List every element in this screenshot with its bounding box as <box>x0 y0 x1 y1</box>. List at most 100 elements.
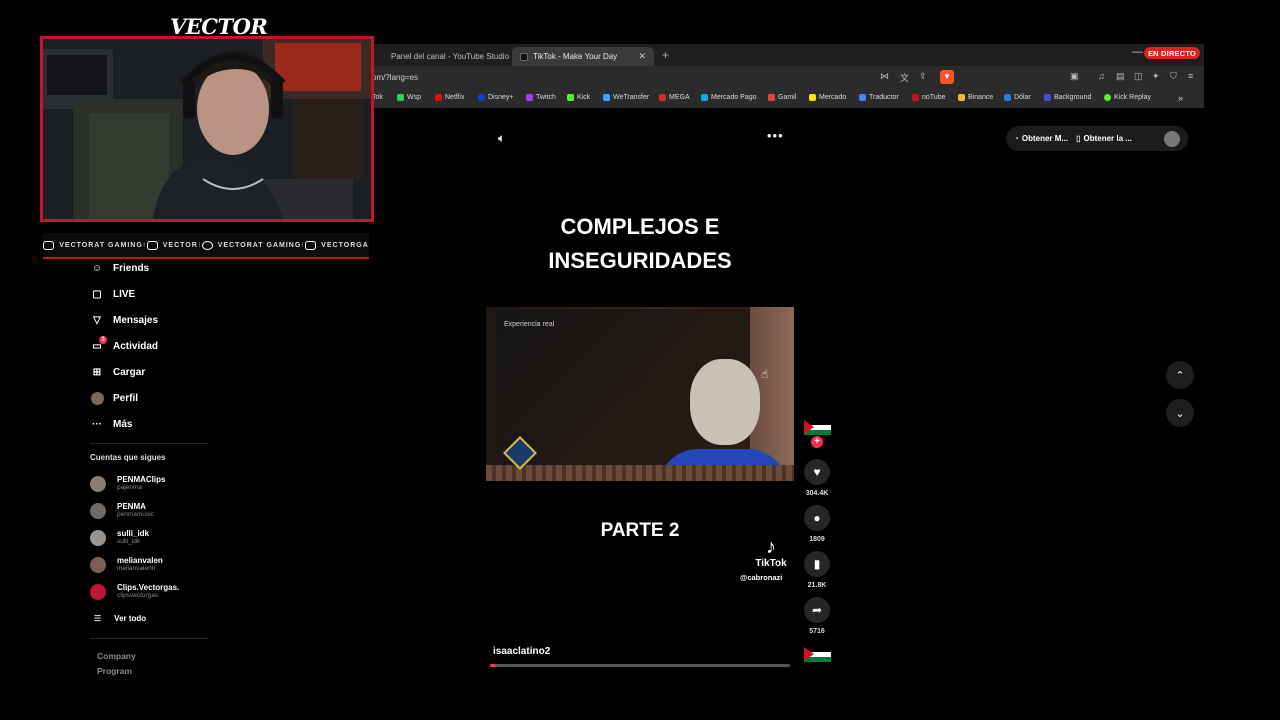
bookmark-item[interactable]: Background <box>1044 94 1091 101</box>
progress-fill <box>490 664 496 667</box>
close-tab-icon[interactable]: ✕ <box>638 51 646 62</box>
avatar <box>90 502 106 519</box>
gmail-icon <box>768 94 775 101</box>
bookmark-item[interactable]: WeTransfer <box>603 94 649 101</box>
list-icon: ☰ <box>94 614 102 623</box>
previous-video-button[interactable]: ⌃ <box>1166 361 1194 389</box>
bookmark-item[interactable]: Traductor <box>859 94 899 101</box>
minimize-button[interactable]: — <box>1132 46 1143 58</box>
bookmark-item[interactable]: Wsp <box>397 94 421 101</box>
author-avatar[interactable] <box>804 420 831 435</box>
binance-icon <box>958 94 965 101</box>
video-progress-bar[interactable] <box>490 664 790 667</box>
follow-button[interactable]: + <box>811 436 823 448</box>
followed-account[interactable]: PENMAClips pajenma <box>90 475 165 492</box>
bookmark-item[interactable]: MEGA <box>659 94 690 101</box>
webcam-feed <box>40 36 374 222</box>
more-icon: ··· <box>92 418 102 430</box>
youtube-icon <box>43 240 55 250</box>
footer-company[interactable]: Company <box>97 651 136 661</box>
avatar <box>90 475 106 492</box>
music-icon[interactable]: ♫ <box>1098 71 1105 81</box>
next-video-button[interactable]: ⌄ <box>1166 399 1194 427</box>
bookmark-item[interactable]: Kick <box>567 94 590 101</box>
bookmark-item[interactable]: Netflix <box>435 94 464 101</box>
sidebar-item-activity[interactable]: ▭ 3 Actividad <box>90 336 158 353</box>
avatar-icon <box>90 391 104 405</box>
bookmark-item[interactable]: Twitch <box>526 94 556 101</box>
sidebar-item-messages[interactable]: ▽ Mensajes <box>90 313 158 327</box>
avatar <box>90 583 106 600</box>
dollar-icon <box>1004 94 1011 101</box>
activity-icon: ▭ 3 <box>90 336 107 353</box>
see-all-link[interactable]: ☰ Ver todo <box>94 614 146 623</box>
reading-icon[interactable]: ▤ <box>1116 71 1125 82</box>
bookmark-item[interactable]: Mercado <box>809 94 846 101</box>
floor <box>486 465 794 481</box>
live-tv-icon: ▢ <box>92 288 102 300</box>
mouse-cursor-icon: ☝︎ <box>761 367 769 381</box>
menu-icon[interactable]: ≡ <box>1188 71 1193 81</box>
sidebar-toggle-icon[interactable]: ▣ <box>1070 71 1079 82</box>
brave-shield-icon[interactable]: ▼ <box>940 70 954 84</box>
bookmark-item[interactable]: Mercado Pago <box>701 94 757 101</box>
bookmark-item[interactable]: noTube <box>912 94 945 101</box>
get-app-pill: ◔ Obtener M... ▯ Obtener la ... <box>1006 126 1188 151</box>
tiktok-icon <box>520 52 528 61</box>
save-button[interactable]: ▮ <box>804 551 830 577</box>
chevron-up-icon: ⌃ <box>1175 369 1185 382</box>
kick-replay-icon <box>1104 94 1111 101</box>
get-coins-link[interactable]: Obtener M... <box>1022 134 1068 143</box>
users-icon: ☺ <box>91 262 103 274</box>
sidebar-item-live[interactable]: ▢ LIVE <box>90 287 135 301</box>
url-field[interactable]: om/?lang=es <box>372 73 418 82</box>
instagram-icon <box>305 240 317 250</box>
like-button[interactable]: ♥ <box>804 459 830 485</box>
tab-tiktok[interactable]: TikTok - Make Your Day ✕ <box>512 47 654 66</box>
tab-youtube-studio[interactable]: Panel del canal - YouTube Studio <box>378 47 514 66</box>
bookmarks-overflow-icon[interactable]: » <box>1178 93 1183 103</box>
sidebar-item-profile[interactable]: Perfil <box>90 391 138 405</box>
bookmark-item[interactable]: Kick Replay <box>1104 94 1151 101</box>
clip-caption: Experiencia real <box>504 321 555 328</box>
more-options-icon[interactable]: ••• <box>767 128 784 143</box>
vpn-icon[interactable]: ⛉ <box>1170 71 1177 82</box>
bookmark-item[interactable]: Disney+ <box>478 94 513 101</box>
tiktok-note-icon: ♪ <box>766 536 776 558</box>
divider <box>90 443 208 444</box>
whatsapp-icon <box>397 94 404 101</box>
comment-icon: ● <box>813 511 821 525</box>
get-app-link[interactable]: Obtener la ... <box>1083 134 1131 143</box>
footer-program[interactable]: Program <box>97 666 132 676</box>
followed-account[interactable]: PENMA penmamusic <box>90 502 154 519</box>
bookmark-item[interactable]: Dólar <box>1004 94 1031 101</box>
share-button[interactable]: ➦ <box>804 597 830 623</box>
profile-avatar[interactable] <box>1164 130 1180 147</box>
bookmarks-bar: Tok Wsp Netflix Disney+ Twitch Kick WeTr… <box>372 90 1204 108</box>
sidebar-item-friends[interactable]: ☺ Friends <box>90 261 149 275</box>
extensions-icon[interactable]: ✦ <box>1152 71 1160 82</box>
share-icon[interactable]: ⇪ <box>919 71 927 82</box>
sidebar-item-upload[interactable]: ⊞ Cargar <box>90 365 145 379</box>
followed-account[interactable]: Clips.Vectorgas. clipsvectorgas <box>90 583 179 600</box>
share-count: 5716 <box>809 628 825 635</box>
twitter-social: VECTORAT GAMING <box>201 240 302 250</box>
music-disc-avatar[interactable] <box>804 647 831 662</box>
comment-button[interactable]: ● <box>804 505 830 531</box>
followed-account[interactable]: sulli_idk sulli_idk <box>90 529 149 546</box>
tv-social: VECTOR <box>146 240 198 250</box>
translate-icon[interactable]: 文 <box>900 71 909 84</box>
wallet-icon[interactable]: ◫ <box>1134 71 1143 82</box>
address-bar: om/?lang=es ⋈ 文 ⇪ ▼ ▣ ♫ ▤ ◫ ✦ ⛉ ≡ <box>372 66 1204 90</box>
bookmark-item[interactable]: Gamil <box>768 94 796 101</box>
tracking-icon[interactable]: ⋈ <box>880 71 889 82</box>
following-title: Cuentas que sigues <box>90 453 166 462</box>
chevron-down-icon: ⌄ <box>1175 407 1185 420</box>
video-author[interactable]: isaaclatino2 <box>493 646 550 657</box>
new-tab-button[interactable]: + <box>662 48 669 62</box>
sidebar-item-more[interactable]: ··· Más <box>90 417 132 431</box>
bookmark-icon: ▮ <box>813 557 821 571</box>
bookmark-item[interactable]: Binance <box>958 94 993 101</box>
followed-account[interactable]: melianvalen melianvalenn <box>90 556 163 573</box>
speaker-icon[interactable]: 🔈︎ <box>498 131 505 146</box>
